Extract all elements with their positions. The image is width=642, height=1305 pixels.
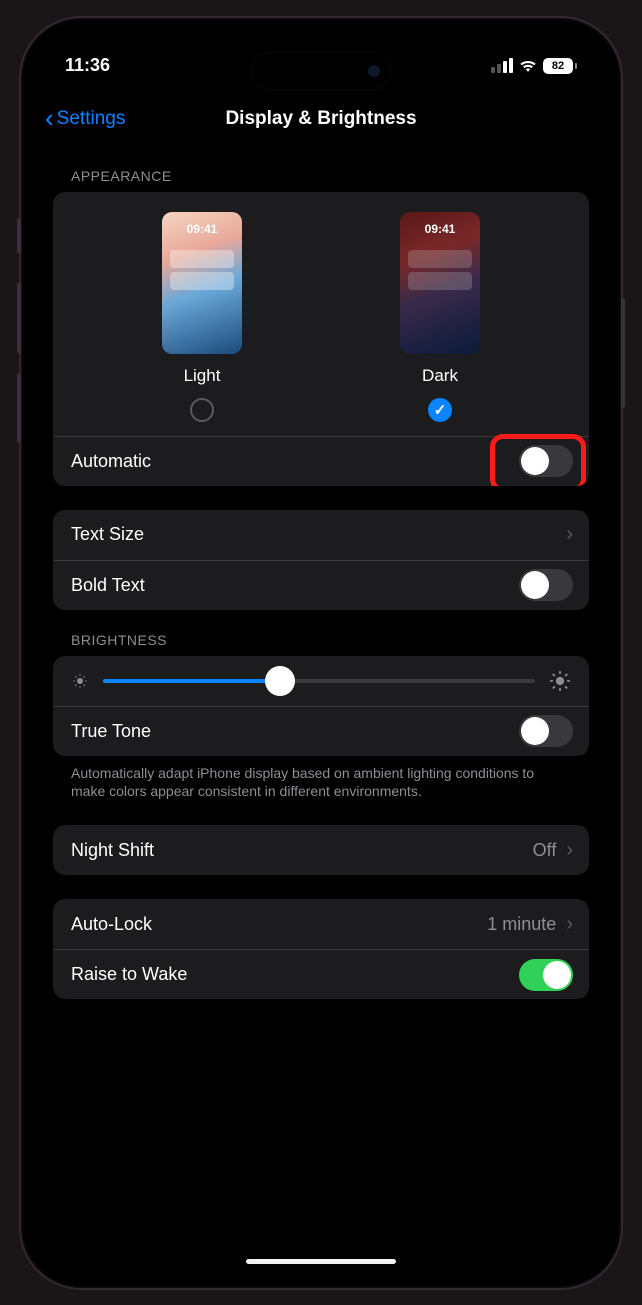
raise-to-wake-label: Raise to Wake: [71, 964, 187, 985]
page-title: Display & Brightness: [225, 108, 416, 130]
appearance-dark-option[interactable]: 09:41 Dark ✓: [400, 212, 480, 422]
brightness-slider[interactable]: [103, 679, 535, 683]
night-shift-row[interactable]: Night Shift Off ›: [53, 825, 589, 875]
auto-lock-row[interactable]: Auto-Lock 1 minute ›: [53, 899, 589, 949]
bold-text-label: Bold Text: [71, 575, 145, 596]
cellular-signal-icon: [491, 58, 513, 73]
auto-lock-value: 1 minute: [487, 914, 556, 935]
text-size-label: Text Size: [71, 524, 144, 545]
light-label: Light: [184, 366, 221, 386]
lock-wake-group: Auto-Lock 1 minute › Raise to Wake: [53, 899, 589, 999]
status-time: 11:36: [65, 55, 185, 76]
text-group: Text Size › Bold Text: [53, 510, 589, 610]
raise-to-wake-toggle[interactable]: [519, 959, 573, 991]
dark-radio[interactable]: ✓: [428, 398, 452, 422]
true-tone-footer: Automatically adapt iPhone display based…: [53, 756, 589, 802]
phone-frame: 11:36 82 ‹: [21, 18, 621, 1288]
battery-icon: 82: [543, 58, 577, 74]
chevron-right-icon: ›: [566, 839, 573, 862]
brightness-section-header: BRIGHTNESS: [53, 610, 589, 656]
home-indicator[interactable]: [246, 1259, 396, 1264]
dark-preview-thumb: 09:41: [400, 212, 480, 354]
battery-percent: 82: [543, 58, 573, 74]
sun-max-icon: [549, 670, 571, 692]
wifi-icon: [519, 59, 537, 73]
light-radio[interactable]: [190, 398, 214, 422]
night-shift-value: Off: [533, 840, 557, 861]
true-tone-toggle[interactable]: [519, 715, 573, 747]
brightness-slider-row: [53, 656, 589, 706]
back-label: Settings: [57, 108, 126, 130]
nav-bar: ‹ Settings Display & Brightness: [35, 92, 607, 146]
bold-text-toggle[interactable]: [519, 569, 573, 601]
text-size-row[interactable]: Text Size ›: [53, 510, 589, 560]
night-shift-group: Night Shift Off ›: [53, 825, 589, 875]
light-preview-thumb: 09:41: [162, 212, 242, 354]
appearance-light-option[interactable]: 09:41 Light: [162, 212, 242, 422]
camera-dot: [368, 65, 380, 77]
raise-to-wake-row: Raise to Wake: [53, 949, 589, 999]
brightness-group: True Tone: [53, 656, 589, 756]
chevron-right-icon: ›: [566, 523, 573, 546]
appearance-section-header: APPEARANCE: [53, 146, 589, 192]
night-shift-label: Night Shift: [71, 840, 154, 861]
dynamic-island: [251, 52, 391, 90]
bold-text-row: Bold Text: [53, 560, 589, 610]
automatic-label: Automatic: [71, 451, 151, 472]
chevron-right-icon: ›: [566, 913, 573, 936]
automatic-row: Automatic: [53, 436, 589, 486]
chevron-left-icon: ‹: [45, 103, 54, 134]
checkmark-icon: ✓: [434, 401, 447, 419]
true-tone-row: True Tone: [53, 706, 589, 756]
auto-lock-label: Auto-Lock: [71, 914, 152, 935]
dark-label: Dark: [422, 366, 458, 386]
automatic-toggle[interactable]: [519, 445, 573, 477]
back-button[interactable]: ‹ Settings: [45, 103, 125, 134]
sun-min-icon: [71, 672, 89, 690]
appearance-group: 09:41 Light 09:41: [53, 192, 589, 486]
true-tone-label: True Tone: [71, 721, 151, 742]
